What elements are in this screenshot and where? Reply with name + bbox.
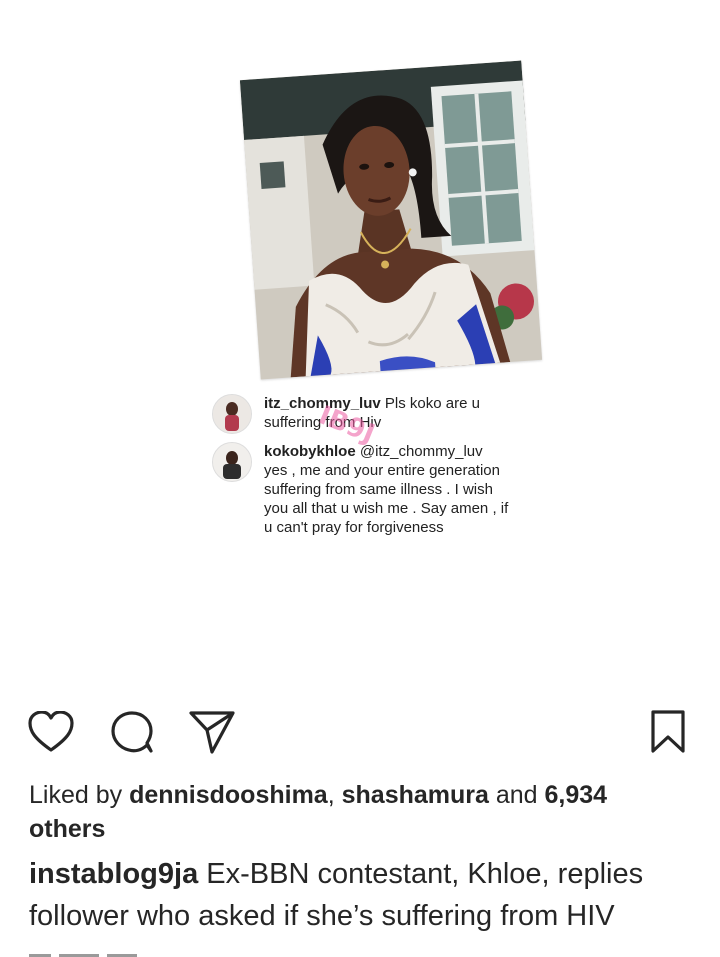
post-image[interactable]: itz_chommy_luv Pls koko are u suffering …	[0, 0, 720, 690]
post-action-bar	[0, 700, 720, 764]
likes-separator: ,	[327, 781, 342, 809]
liker-username[interactable]: dennisdooshima	[129, 781, 328, 809]
likes-others[interactable]: others	[29, 815, 105, 843]
avatar	[212, 394, 252, 434]
comment-item: itz_chommy_luv Pls koko are u suffering …	[212, 394, 512, 434]
caption-username[interactable]: instablog9ja	[29, 858, 198, 890]
paper-plane-icon[interactable]	[188, 708, 236, 756]
bookmark-icon[interactable]	[644, 708, 692, 756]
likes-and: and	[488, 781, 545, 809]
liker-username[interactable]: shashamura	[342, 781, 489, 809]
post-caption: instablog9ja Ex-BBN contestant, Khloe, r…	[29, 853, 709, 937]
comment-text: kokobykhloe @itz_chommy_luv yes , me and…	[264, 442, 509, 537]
comment-body: yes , me and your entire generation suff…	[264, 462, 509, 536]
likes-count[interactable]: 6,934	[545, 781, 608, 809]
comment-item: kokobykhloe @itz_chommy_luv yes , me and…	[212, 442, 512, 537]
avatar	[212, 442, 252, 482]
comment-icon[interactable]	[108, 708, 156, 756]
truncated-next-line	[29, 945, 229, 957]
likes-summary: Liked by dennisdooshima, shashamura and …	[29, 778, 689, 846]
comment-username: itz_chommy_luv	[264, 395, 381, 412]
likes-prefix: Liked by	[29, 781, 130, 809]
comment-thread: itz_chommy_luv Pls koko are u suffering …	[212, 394, 512, 545]
heart-icon[interactable]	[27, 708, 75, 756]
comment-username: kokobykhloe	[264, 443, 356, 460]
comment-text: itz_chommy_luv Pls koko are u suffering …	[264, 394, 509, 432]
photo-of-woman	[239, 60, 543, 380]
comment-mention: @itz_chommy_luv	[359, 443, 483, 460]
